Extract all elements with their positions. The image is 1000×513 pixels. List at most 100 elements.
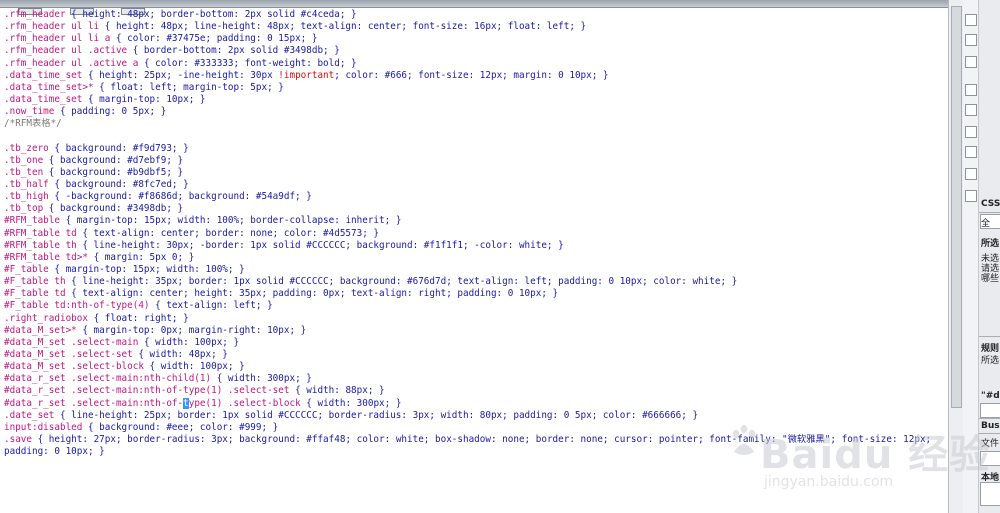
css-selector: .tb_high: [4, 191, 49, 203]
code-line[interactable]: .rfm_header ul li { height: 48px; line-h…: [4, 21, 948, 33]
code-line[interactable]: #RFM_table td { text-align: center; bord…: [4, 228, 948, 240]
code-line[interactable]: #data_M_set .select-main { width: 100px;…: [4, 337, 948, 349]
code-line[interactable]: .tb_zero { background: #f9d793; }: [4, 143, 948, 155]
css-selector: #data_r_set .select-main:nth-child(1): [4, 373, 212, 385]
selection-hint-line: 哪些: [981, 274, 1000, 284]
scrollbar-thumb[interactable]: [951, 6, 962, 408]
css-declaration: { width: 300px; }: [300, 397, 402, 409]
css-declaration: { text-align: left; }: [149, 300, 273, 312]
site-selector[interactable]: [980, 451, 1000, 466]
code-line[interactable]: #data_r_set .select-main:nth-of-type(1) …: [4, 385, 948, 397]
css-selector: #F_table td:nth-of-type(4): [4, 300, 150, 312]
business-catalyst-tab[interactable]: Bus: [981, 421, 1000, 431]
property-toolbar[interactable]: [980, 403, 1000, 418]
select-parent-icon[interactable]: [965, 84, 977, 96]
expand-icon[interactable]: [965, 56, 977, 68]
css-selector: #RFM_table: [4, 215, 60, 227]
code-line[interactable]: #F_table td:nth-of-type(4) { text-align:…: [4, 300, 948, 312]
css-selector: #F_table th: [4, 276, 66, 288]
comment-icon[interactable]: [965, 168, 977, 180]
css-declaration: { text-align: center; border: none; colo…: [76, 227, 380, 239]
code-line[interactable]: #data_M_set .select-set { width: 48px; }: [4, 349, 948, 361]
css-selector: #F_table: [4, 263, 49, 275]
code-line[interactable]: .rfm_header ul .active { border-bottom: …: [4, 45, 948, 57]
code-line[interactable]: .data_time_set { height: 25px; -ine-heig…: [4, 70, 948, 82]
code-line[interactable]: #F_table th { line-height: 35px; border:…: [4, 276, 948, 288]
css-declaration: { -background: #f8686d; background: #54a…: [48, 191, 312, 203]
css-declaration: { color: #333333; font-weight: bold; }: [138, 57, 357, 69]
code-line[interactable]: .rfm_header ul .active a { color: #33333…: [4, 58, 948, 70]
code-line[interactable]: .data_time_set { margin-top: 10px; }: [4, 94, 948, 106]
code-editor[interactable]: .rfm_header { height: 48px; border-botto…: [0, 8, 948, 513]
code-line[interactable]: #RFM_table { margin-top: 15px; width: 10…: [4, 215, 948, 227]
css-selector: #RFM_table td>*: [4, 251, 88, 263]
css-declaration: { height: 48px; line-height: 48px; text-…: [99, 21, 587, 33]
code-line[interactable]: #F_table td { text-align: center; height…: [4, 288, 948, 300]
css-selector: ype(1) .select-block: [188, 397, 301, 409]
css-selector: #data_M_set .select-main: [4, 336, 139, 348]
code-line[interactable]: #F_table { margin-top: 15px; width: 100%…: [4, 264, 948, 276]
code-line[interactable]: .tb_one { background: #d7ebf9; }: [4, 155, 948, 167]
code-line[interactable]: .right_radiobox { float: right; }: [4, 313, 948, 325]
css-declaration: { width: 88px; }: [289, 385, 385, 397]
code-line[interactable]: .tb_half { background: #8fc7ed; }: [4, 179, 948, 191]
css-declaration: ; color: #666; font-size: 12px; margin: …: [334, 69, 609, 81]
code-line[interactable]: input:disabled { background: #eee; color…: [4, 422, 948, 434]
css-declaration: { line-height: 30px; -border: 1px solid …: [76, 239, 564, 251]
css-declaration: { float: left; margin-top: 5px; }: [93, 81, 284, 93]
css-declaration: padding: 0 10px; }: [4, 446, 105, 458]
code-line[interactable]: #data_M_set>* { margin-top: 0px; margin-…: [4, 325, 948, 337]
selection-section-title[interactable]: 所选: [981, 236, 999, 249]
collapse-icon[interactable]: [965, 34, 977, 46]
code-line[interactable]: #RFM_table th { line-height: 30px; -bord…: [4, 240, 948, 252]
highlight-icon[interactable]: [965, 126, 977, 138]
files-tab[interactable]: 文件: [981, 436, 999, 449]
css-declaration: { line-height: 35px; border: 1px solid #…: [65, 276, 738, 288]
css-selector: #data_r_set .select-main:nth-of-type(1) …: [4, 385, 290, 397]
css-selector: #RFM_table th: [4, 239, 77, 251]
css-selector: .rfm_header: [4, 9, 66, 20]
code-line[interactable]: .rfm_header ul li a { color: #37475e; pa…: [4, 33, 948, 45]
code-line[interactable]: .now_time { padding: 0 5px; }: [4, 106, 948, 118]
css-declaration: { text-align: center; height: 35px; padd…: [65, 288, 559, 300]
code-line[interactable]: #RFM_table td>* { margin: 5px 0; }: [4, 252, 948, 264]
code-line[interactable]: .save { height: 27px; border-radius: 3px…: [4, 434, 948, 446]
code-line[interactable]: /*RFM表格*/: [4, 118, 948, 130]
css-selector: .date_set: [4, 409, 55, 421]
css-declaration: { padding: 0 5px; }: [54, 106, 167, 118]
code-line[interactable]: .date_set { line-height: 25px; border: 1…: [4, 410, 948, 422]
divider: [979, 418, 1000, 419]
css-declaration: { margin-top: 10px; }: [82, 93, 206, 105]
css-declaration: { height: 27px; border-radius: 3px; back…: [32, 433, 932, 445]
code-line[interactable]: #data_M_set .select-block { width: 100px…: [4, 361, 948, 373]
indent-icon[interactable]: [965, 190, 977, 202]
line-numbers-icon[interactable]: [965, 104, 977, 116]
code-line[interactable]: .tb_ten { background: #b9dbf5; }: [4, 167, 948, 179]
code-line[interactable]: .tb_high { -background: #f8686d; backgro…: [4, 191, 948, 203]
css-selector: .rfm_header ul li: [4, 21, 100, 33]
code-line[interactable]: [4, 130, 948, 142]
snippet-icon[interactable]: [965, 14, 977, 26]
css-declaration: { height: 48px; border-bottom: 2px solid…: [65, 9, 357, 20]
css-selector: .data_time_set: [4, 69, 83, 81]
css-selector: .rfm_header ul .active: [4, 45, 128, 57]
code-comment: /*RFM表格*/: [4, 118, 62, 130]
css-declaration: { width: 100px; }: [138, 336, 240, 348]
code-line[interactable]: .data_time_set>* { float: left; margin-t…: [4, 82, 948, 94]
css-declaration: { background: #3498db; }: [43, 203, 184, 215]
css-declaration: { margin-top: 0px; margin-right: 10px; }: [76, 324, 307, 336]
all-button-label[interactable]: 全: [981, 216, 990, 229]
code-line[interactable]: .rfm_header { height: 48px; border-botto…: [4, 9, 948, 21]
css-selector: .rfm_header ul .active a: [4, 57, 139, 69]
wrap-icon[interactable]: [965, 146, 977, 158]
css-styles-panel: CSS 全 所选 未选 请选 哪些 规则 所选 "#d Bus 文件 本地: [979, 0, 1000, 513]
css-selector: .tb_ten: [4, 166, 44, 178]
code-line[interactable]: #data_r_set .select-main:nth-child(1) { …: [4, 373, 948, 385]
code-line[interactable]: .tb_top { background: #3498db; }: [4, 203, 948, 215]
code-line[interactable]: #data_r_set .select-main:nth-of-type(1) …: [4, 397, 948, 410]
code-line[interactable]: padding: 0 10px; }: [4, 446, 948, 458]
editor-vertical-scrollbar[interactable]: [948, 0, 964, 513]
css-declaration: { background: #eee; color: #999; }: [82, 421, 279, 433]
file-tree[interactable]: [980, 482, 1000, 506]
css-declaration: { line-height: 25px; border: 1px solid #…: [54, 409, 699, 421]
